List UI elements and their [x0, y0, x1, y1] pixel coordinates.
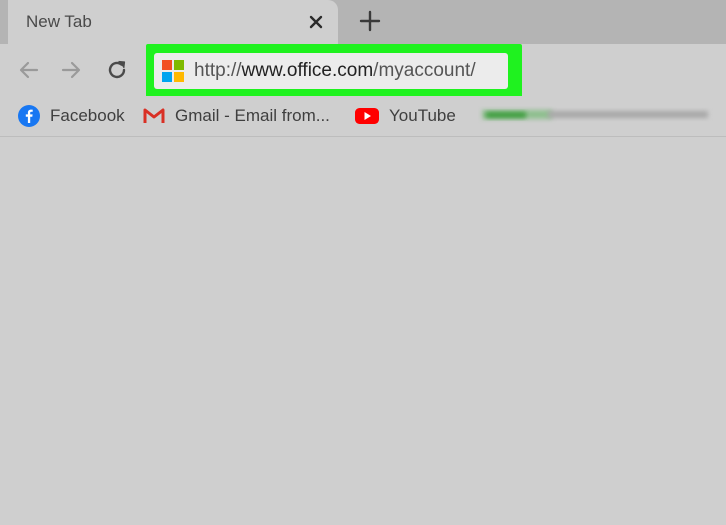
url-path: /myaccount/ — [373, 60, 476, 81]
toolbar: http://www.office.com/myaccount/ — [0, 44, 726, 98]
arrow-left-icon[interactable] — [16, 57, 42, 83]
address-bar[interactable]: http://www.office.com/myaccount/ — [154, 53, 508, 89]
facebook-icon — [18, 105, 40, 127]
close-icon[interactable] — [305, 11, 327, 33]
bookmark-label: Facebook — [50, 106, 125, 125]
bookmark-facebook[interactable]: Facebook — [18, 104, 125, 128]
reload-icon[interactable] — [104, 57, 130, 83]
bookmarks-bar: Facebook Gmail - Email from... YouTube — [0, 96, 726, 137]
tab-new-tab[interactable]: New Tab — [8, 0, 338, 44]
bookmark-label: YouTube — [389, 106, 456, 125]
url-host: www.office.com — [241, 60, 374, 81]
blurred-bookmarks — [482, 110, 708, 119]
tab-title: New Tab — [26, 12, 92, 31]
tab-strip: New Tab — [0, 0, 726, 44]
arrow-right-icon[interactable] — [58, 57, 84, 83]
browser-window: New Tab http://www.office.com/myaccount/… — [0, 0, 726, 525]
youtube-icon — [355, 108, 379, 124]
gmail-icon — [143, 108, 165, 123]
bookmark-gmail[interactable]: Gmail - Email from... — [143, 104, 330, 128]
plus-icon[interactable] — [358, 9, 382, 33]
microsoft-logo-icon — [162, 60, 184, 82]
url-text[interactable]: http://www.office.com/myaccount/ — [194, 60, 476, 82]
bookmark-youtube[interactable]: YouTube — [355, 104, 456, 128]
url-scheme: http:// — [194, 60, 242, 81]
page-content — [0, 137, 726, 525]
bookmark-label: Gmail - Email from... — [175, 106, 330, 125]
